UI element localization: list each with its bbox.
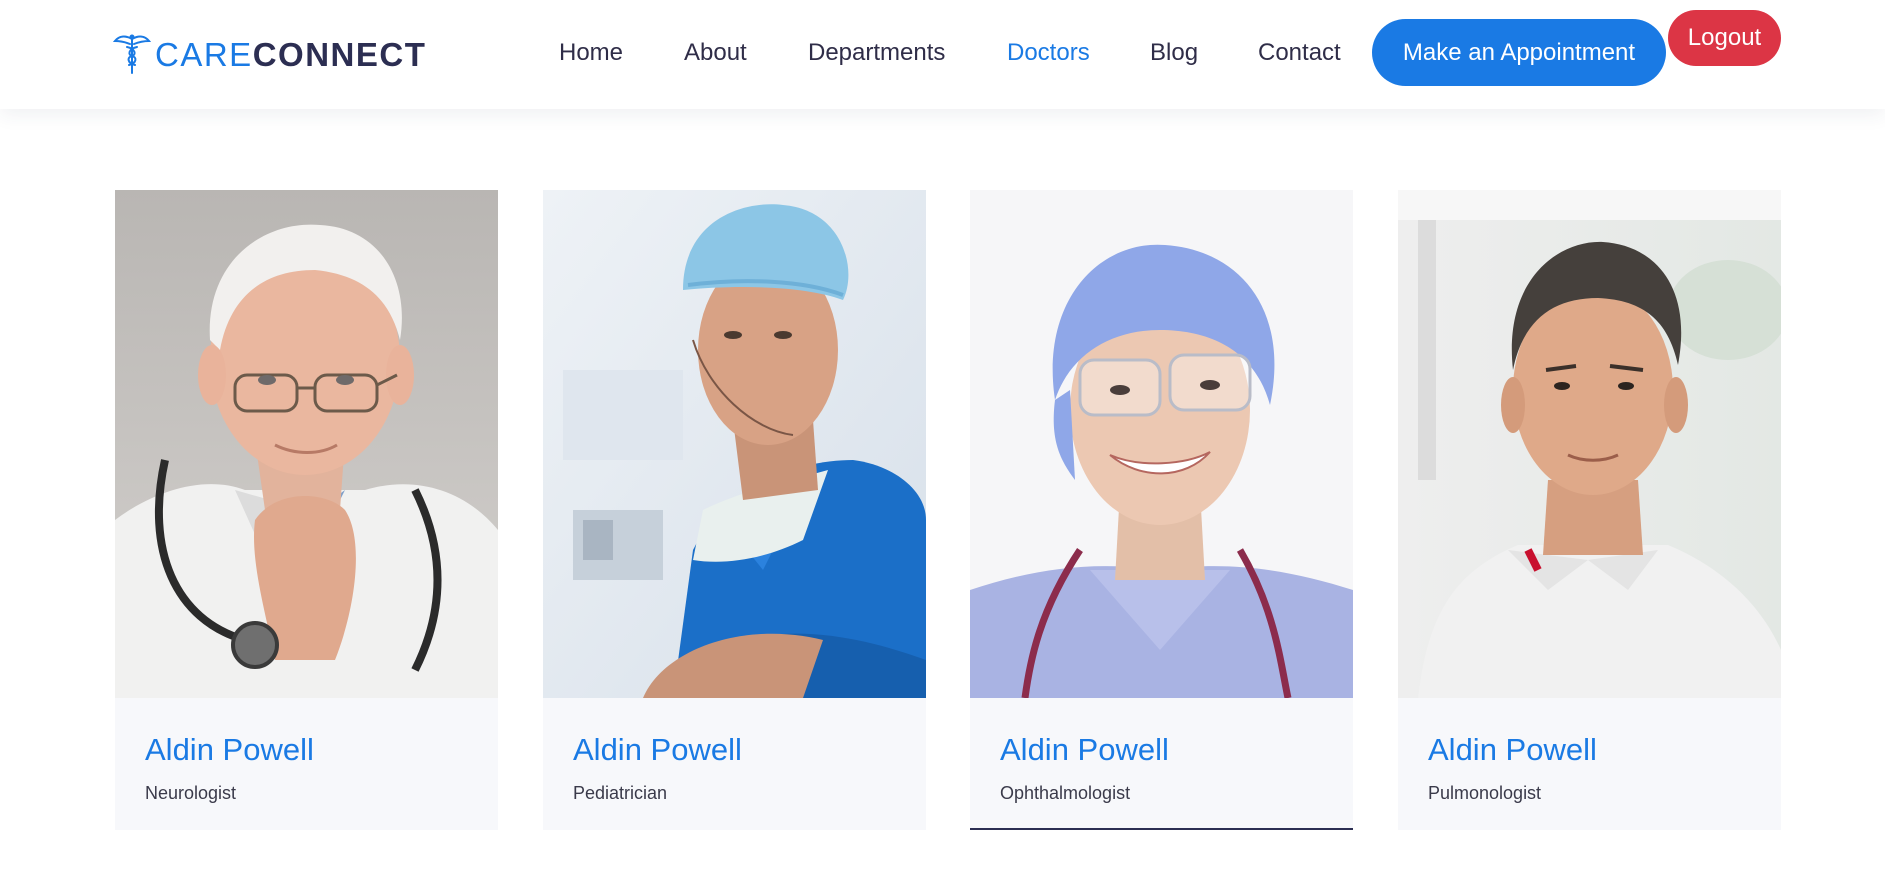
doctor-in-polo-photo	[1398, 190, 1781, 698]
senior-doctor-photo	[115, 190, 498, 698]
doctor-specialty: Neurologist	[145, 783, 237, 803]
doctor-card[interactable]: Aldin Powell Pediatrician	[543, 190, 926, 830]
doctor-name[interactable]: Aldin Powell	[1000, 732, 1169, 768]
doctor-info: Aldin Powell Neurologist	[115, 698, 498, 830]
caduceus-icon	[113, 34, 151, 74]
brand-name-light: CARE	[155, 35, 253, 73]
nav-doctors[interactable]: Doctors	[1007, 37, 1090, 69]
nav-about[interactable]: About	[684, 37, 747, 69]
doctor-specialty: Ophthalmologist	[1000, 783, 1131, 803]
card-hover-underline	[970, 828, 1353, 830]
doctor-info: Aldin Powell Pediatrician	[543, 698, 926, 830]
doctor-info: Aldin Powell Ophthalmologist	[970, 698, 1353, 830]
doctor-name[interactable]: Aldin Powell	[573, 732, 742, 768]
doctor-card[interactable]: Aldin Powell Pulmonologist	[1398, 190, 1781, 830]
nav-contact[interactable]: Contact	[1258, 37, 1341, 69]
brand-logo[interactable]: CARECONNECT	[113, 32, 426, 76]
doctor-name[interactable]: Aldin Powell	[1428, 732, 1597, 768]
nav-blog[interactable]: Blog	[1150, 37, 1198, 69]
doctor-specialty: Pulmonologist	[1428, 783, 1542, 803]
site-header: CARECONNECT Home About Departments Docto…	[0, 0, 1885, 109]
brand-name: CARECONNECT	[155, 38, 426, 71]
nav-home[interactable]: Home	[559, 37, 623, 69]
make-appointment-button[interactable]: Make an Appointment	[1372, 19, 1666, 86]
doctor-info: Aldin Powell Pulmonologist	[1398, 698, 1781, 830]
logout-button[interactable]: Logout	[1668, 10, 1781, 66]
brand-name-bold: CONNECT	[252, 35, 427, 73]
doctor-specialty: Pediatrician	[573, 783, 668, 803]
surgeon-photo	[543, 190, 926, 698]
doctor-card[interactable]: Aldin Powell Ophthalmologist	[970, 190, 1353, 830]
smiling-doctor-photo	[970, 190, 1353, 698]
doctor-name[interactable]: Aldin Powell	[145, 732, 314, 768]
nav-departments[interactable]: Departments	[808, 37, 945, 69]
doctor-card[interactable]: Aldin Powell Neurologist	[115, 190, 498, 830]
